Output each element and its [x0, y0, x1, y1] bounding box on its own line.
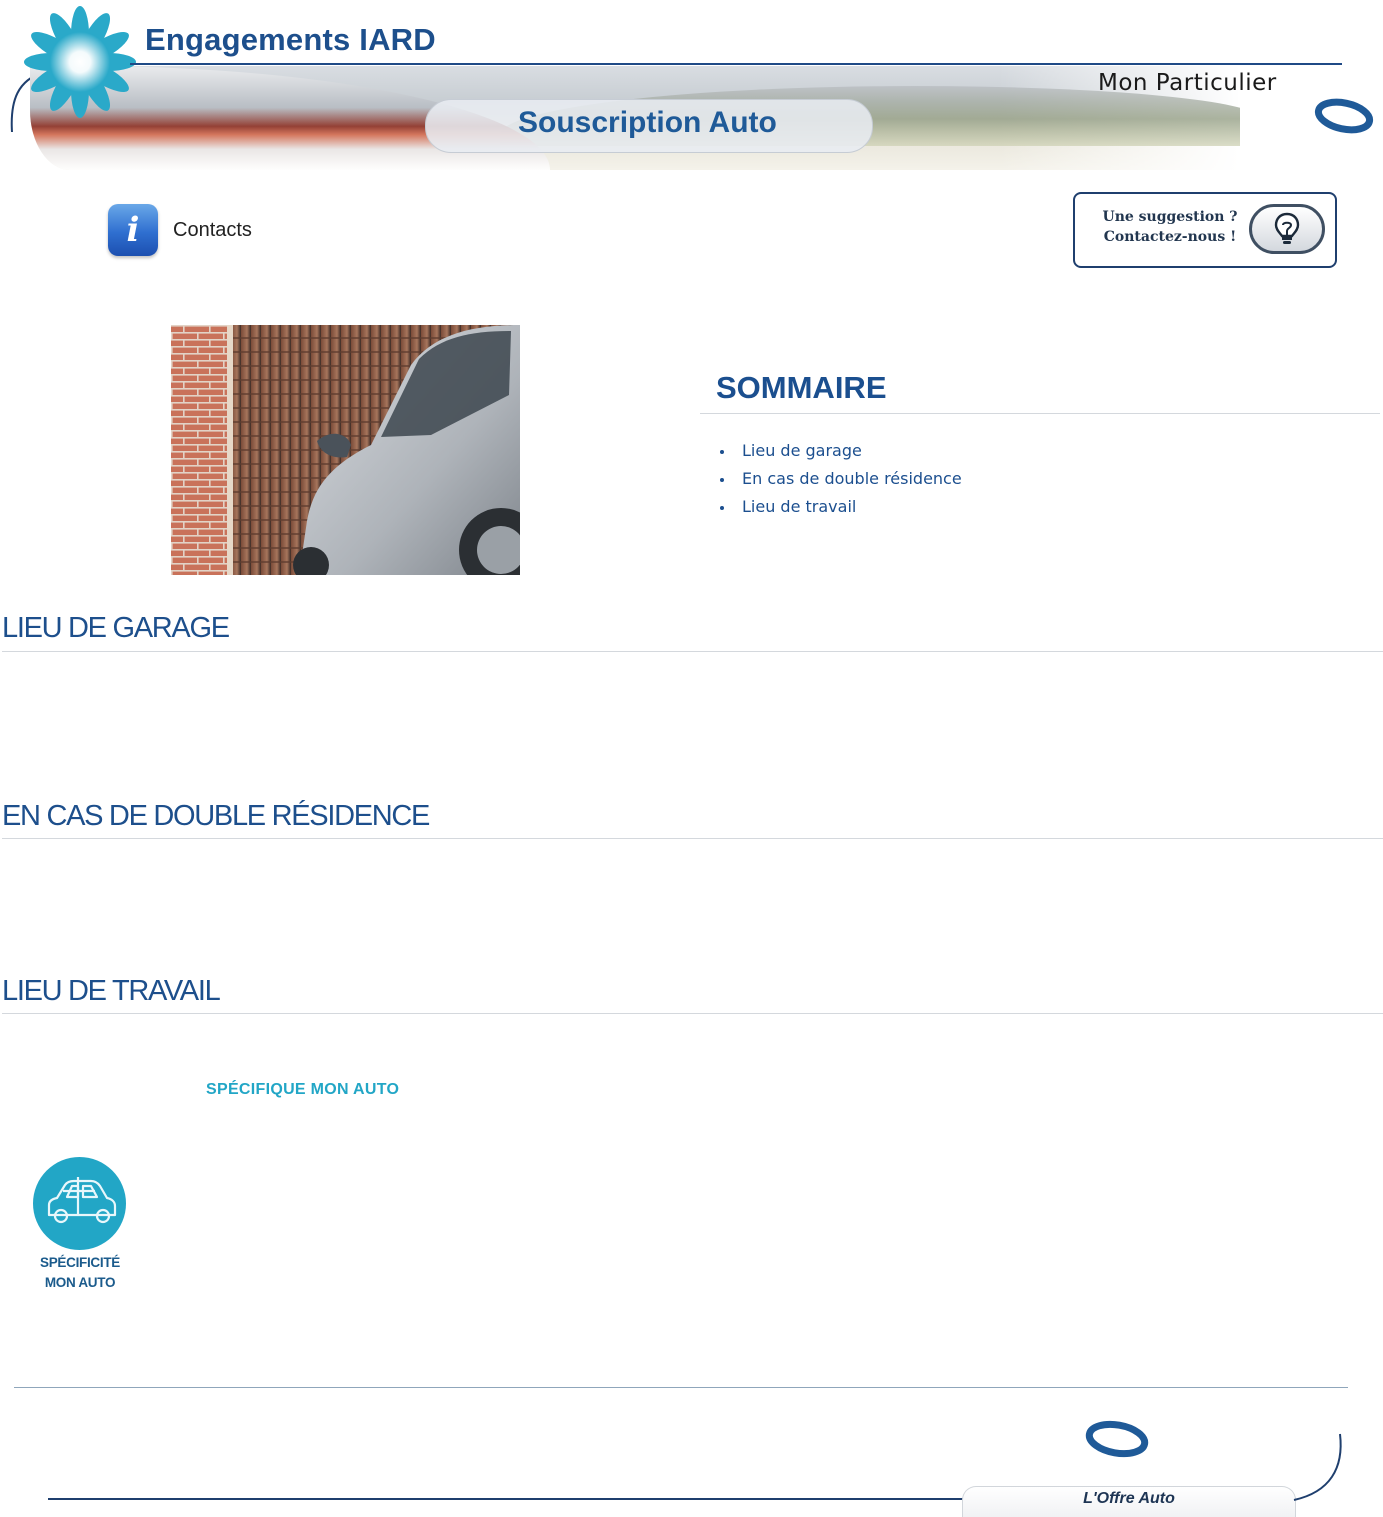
toc-item-lieu-de-travail[interactable]: Lieu de travail: [718, 497, 1380, 525]
toc-item-double-residence[interactable]: En cas de double résidence: [718, 469, 1380, 497]
section-title-lieu-de-garage: LIEU DE GARAGE: [2, 612, 230, 644]
table-of-contents: SOMMAIRE Lieu de garage En cas de double…: [700, 370, 1380, 525]
ring-logo-icon: [1314, 98, 1374, 134]
info-icon: i: [108, 204, 158, 256]
app-title: Engagements IARD: [145, 22, 436, 57]
specific-mon-auto-label: SPÉCIFIQUE MON AUTO: [206, 1081, 400, 1098]
section-rule: [2, 651, 1383, 652]
toc-rule: [700, 413, 1380, 414]
badge-line-2: MON AUTO: [44, 1275, 116, 1290]
lightbulb-icon: [1274, 212, 1300, 244]
footer-rule: [14, 1387, 1348, 1388]
car-icon: [33, 1157, 126, 1250]
footer-line: [48, 1498, 968, 1500]
suggestion-line-2: Contactez-nous !: [1103, 229, 1237, 245]
contacts-label: Contacts: [173, 218, 252, 241]
contacts-link[interactable]: i Contacts: [108, 203, 252, 257]
suggestion-line-1: Une suggestion ?: [1102, 209, 1238, 225]
page-subtitle: Souscription Auto: [518, 106, 777, 139]
section-title-lieu-de-travail: LIEU DE TRAVAIL: [2, 975, 221, 1007]
suggestion-text: Une suggestion ? Contactez-nous !: [1095, 207, 1245, 247]
toc-item-lieu-de-garage[interactable]: Lieu de garage: [718, 441, 1380, 469]
toc-list: Lieu de garage En cas de double résidenc…: [718, 441, 1380, 525]
flower-logo-icon: [24, 6, 136, 118]
section-title-double-residence: EN CAS DE DOUBLE RÉSIDENCE: [2, 800, 430, 832]
specificite-badge-label: SPÉCIFICITÉ MON AUTO: [20, 1253, 140, 1293]
section-rule: [2, 1013, 1383, 1014]
footer-tab-label: L'Offre Auto: [1083, 1490, 1175, 1507]
car-garage-photo: [171, 325, 520, 575]
footer-arc-decoration: [1293, 1433, 1342, 1501]
page-header: Souscription Auto Engagements IARD Mon P…: [0, 0, 1383, 175]
section-rule: [2, 838, 1383, 839]
suggestion-contact-button[interactable]: Une suggestion ? Contactez-nous !: [1073, 192, 1337, 268]
header-rule: [130, 63, 1342, 65]
ring-logo-icon: [1085, 1420, 1149, 1458]
toc-title: SOMMAIRE: [716, 370, 887, 405]
lightbulb-button[interactable]: [1249, 204, 1325, 254]
brand-name: Mon Particulier: [1098, 70, 1277, 96]
badge-line-1: SPÉCIFICITÉ: [40, 1255, 120, 1270]
footer-offer-tab[interactable]: L'Offre Auto: [962, 1486, 1296, 1517]
